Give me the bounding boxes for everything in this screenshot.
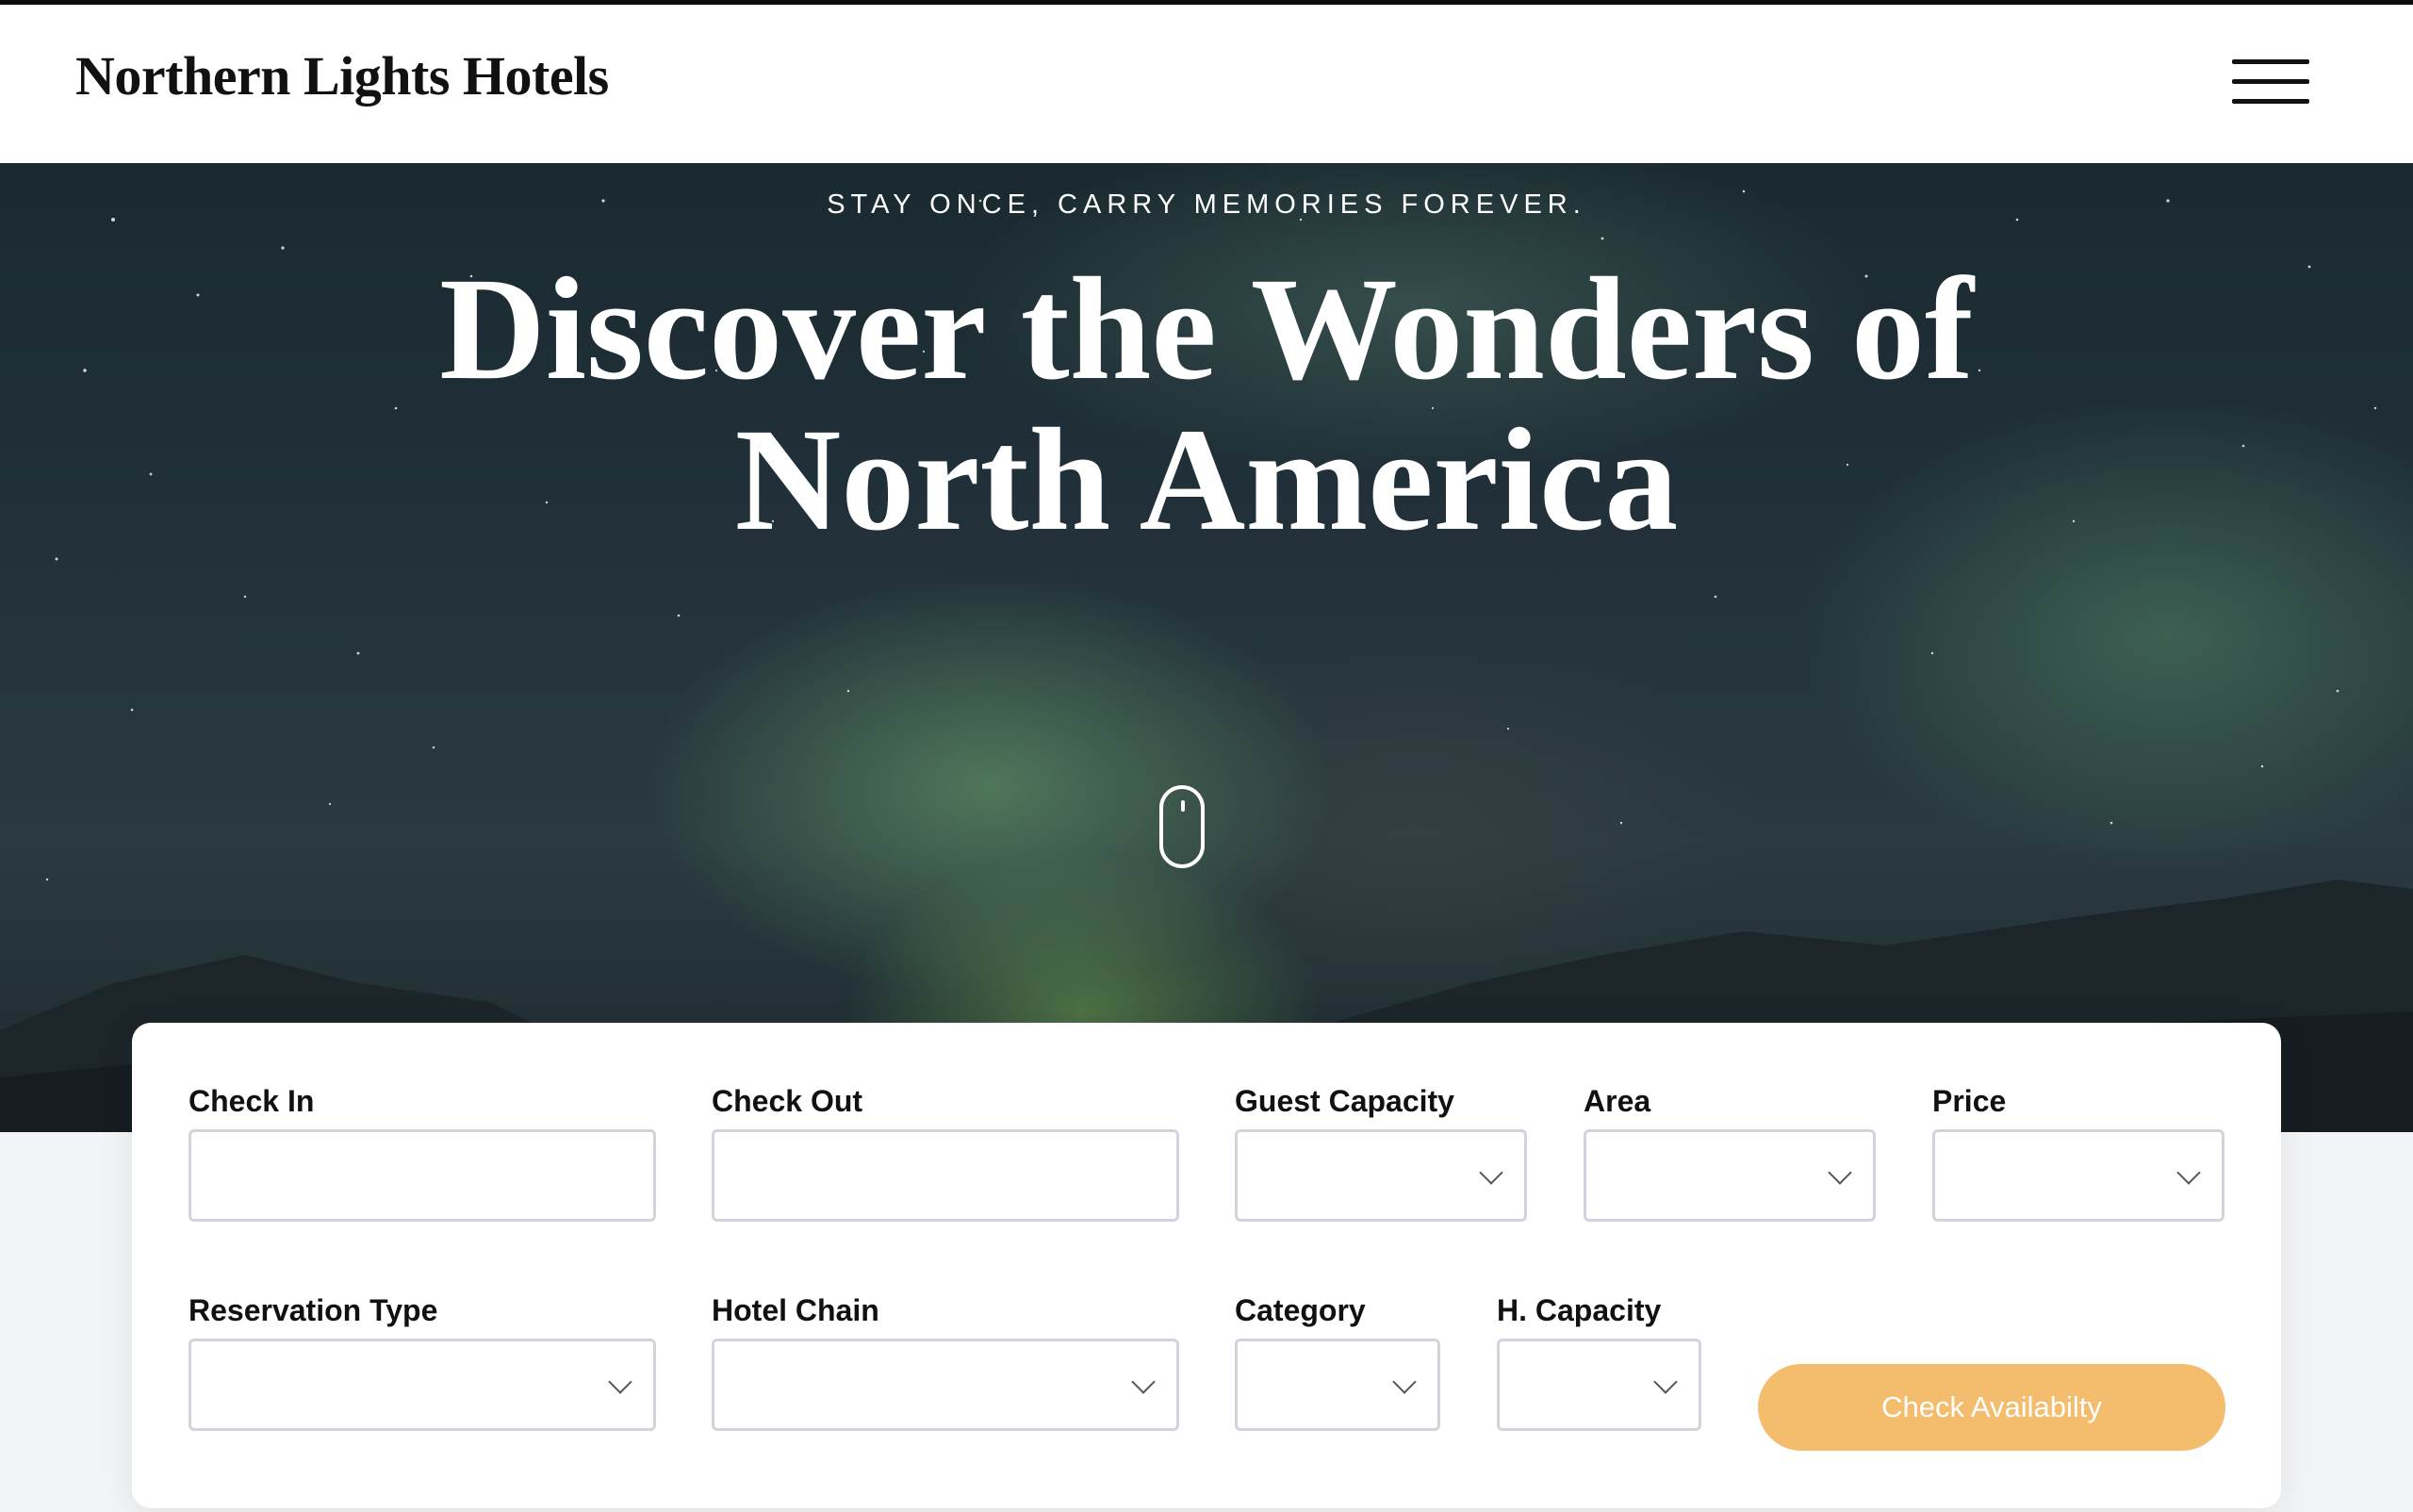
mouse-wheel (1181, 800, 1185, 812)
hero-headline: Discover the Wonders of North America (283, 254, 2130, 555)
price-label: Price (1932, 1084, 2007, 1118)
check-out-label: Check Out (712, 1084, 863, 1118)
h-capacity-field: H. Capacity (1497, 1293, 1701, 1431)
price-select[interactable] (1932, 1129, 2224, 1222)
check-out-field: Check Out (712, 1084, 1179, 1222)
chevron-down-icon (1479, 1160, 1503, 1185)
mouse-scroll-icon[interactable] (1159, 785, 1205, 868)
area-field: Area (1584, 1084, 1876, 1222)
hotel-chain-label: Hotel Chain (712, 1293, 879, 1327)
chevron-down-icon (1131, 1370, 1156, 1394)
h-capacity-label: H. Capacity (1497, 1293, 1662, 1327)
hamburger-line (2232, 99, 2309, 104)
brand-logo[interactable]: Northern Lights Hotels (75, 44, 609, 107)
hamburger-menu-icon[interactable] (2232, 59, 2309, 108)
reservation-type-select[interactable] (189, 1339, 656, 1431)
hero-banner: STAY ONCE, CARRY MEMORIES FOREVER. Disco… (0, 163, 2413, 1132)
area-label: Area (1584, 1084, 1651, 1118)
price-field: Price (1932, 1084, 2224, 1222)
hamburger-line (2232, 79, 2309, 84)
guest-capacity-field: Guest Capacity (1235, 1084, 1527, 1222)
chevron-down-icon (2176, 1160, 2201, 1185)
hero-tagline: STAY ONCE, CARRY MEMORIES FOREVER. (827, 189, 1586, 220)
chevron-down-icon (1392, 1370, 1417, 1394)
check-availability-button[interactable]: Check Availabilty (1758, 1364, 2225, 1451)
chevron-down-icon (1828, 1160, 1852, 1185)
category-label: Category (1235, 1293, 1366, 1327)
guest-capacity-label: Guest Capacity (1235, 1084, 1454, 1118)
search-panel: Check In Check Out Guest Capacity Area P… (132, 1023, 2281, 1508)
area-select[interactable] (1584, 1129, 1876, 1222)
h-capacity-select[interactable] (1497, 1339, 1701, 1431)
check-in-label: Check In (189, 1084, 315, 1118)
guest-capacity-select[interactable] (1235, 1129, 1527, 1222)
chevron-down-icon (608, 1370, 632, 1394)
reservation-type-label: Reservation Type (189, 1293, 438, 1327)
check-in-input[interactable] (189, 1129, 656, 1222)
headline-line-2: North America (734, 398, 1679, 561)
category-field: Category (1235, 1293, 1440, 1431)
reservation-type-field: Reservation Type (189, 1293, 656, 1431)
chevron-down-icon (1653, 1370, 1678, 1394)
hotel-chain-field: Hotel Chain (712, 1293, 1179, 1431)
hamburger-line (2232, 59, 2309, 64)
headline-line-1: Discover the Wonders of (439, 247, 1974, 410)
hotel-chain-select[interactable] (712, 1339, 1179, 1431)
check-out-input[interactable] (712, 1129, 1179, 1222)
check-in-field: Check In (189, 1084, 656, 1222)
category-select[interactable] (1235, 1339, 1440, 1431)
site-header: Northern Lights Hotels (0, 5, 2413, 163)
